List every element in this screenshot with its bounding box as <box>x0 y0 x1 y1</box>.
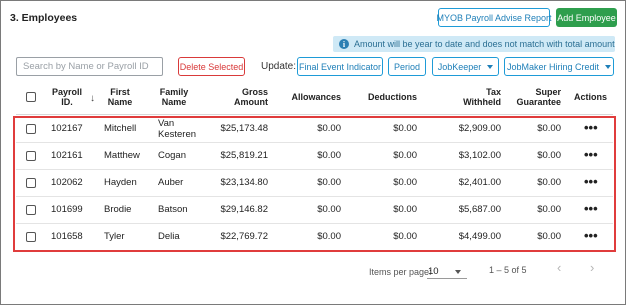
items-per-page-label: Items per page: <box>369 267 432 277</box>
jobmaker-hiring-credit-dropdown[interactable]: JobMaker Hiring Credit <box>504 57 614 76</box>
chevron-down-icon <box>455 270 461 274</box>
row-gross-amount: $25,819.21 <box>220 150 268 161</box>
header-first-name[interactable]: First Name <box>104 87 136 107</box>
row-actions-more-icon[interactable]: ••• <box>584 147 598 162</box>
row-super-guarantee: $0.00 <box>537 150 561 161</box>
delete-selected-button[interactable]: Delete Selected <box>178 57 245 76</box>
row-checkbox[interactable] <box>26 151 36 161</box>
row-allowances: $0.00 <box>317 123 341 134</box>
update-label: Update: <box>261 61 297 72</box>
header-tax-withheld[interactable]: Tax Withheld <box>461 87 501 107</box>
row-deductions: $0.00 <box>393 177 417 188</box>
row-checkbox[interactable] <box>26 232 36 242</box>
add-employee-button[interactable]: Add Employee <box>556 8 617 27</box>
row-divider <box>16 196 613 197</box>
jobkeeper-label: JobKeeper <box>437 61 482 72</box>
row-gross-amount: $23,134.80 <box>220 177 268 188</box>
header-payroll-id[interactable]: Payroll ID. <box>49 87 85 107</box>
info-banner: i Amount will be year to date and does n… <box>333 36 615 52</box>
items-per-page-value: 10 <box>428 266 439 277</box>
row-family-name: Batson <box>158 204 188 215</box>
row-deductions: $0.00 <box>393 123 417 134</box>
row-allowances: $0.00 <box>317 204 341 215</box>
final-event-indicator-button[interactable]: Final Event Indicator <box>297 57 383 76</box>
period-button[interactable]: Period <box>388 57 426 76</box>
header-deductions[interactable]: Deductions <box>367 92 417 102</box>
row-allowances: $0.00 <box>317 177 341 188</box>
pagination-range: 1 – 5 of 5 <box>489 265 527 275</box>
row-divider <box>16 223 613 224</box>
row-family-name: Auber <box>158 177 184 188</box>
header-divider <box>16 114 613 115</box>
previous-page-icon[interactable]: ‹ <box>557 260 561 275</box>
row-actions-more-icon[interactable]: ••• <box>584 201 598 216</box>
row-family-name: Cogan <box>158 150 186 161</box>
row-allowances: $0.00 <box>317 231 341 242</box>
row-payroll-id: 101658 <box>51 231 83 242</box>
header-actions: Actions <box>573 92 607 102</box>
row-tax-withheld: $2,401.00 <box>458 177 501 188</box>
jobkeeper-dropdown[interactable]: JobKeeper <box>432 57 499 76</box>
select-all-checkbox[interactable] <box>26 92 36 102</box>
row-actions-more-icon[interactable]: ••• <box>584 228 598 243</box>
header-family-name[interactable]: Family Name <box>156 87 192 107</box>
items-per-page-select[interactable]: 10 <box>427 263 467 279</box>
row-first-name: Hayden <box>104 177 137 188</box>
row-super-guarantee: $0.00 <box>537 231 561 242</box>
row-first-name: Mitchell <box>104 123 137 134</box>
row-checkbox[interactable] <box>26 178 36 188</box>
row-gross-amount: $22,769.72 <box>220 231 268 242</box>
info-icon: i <box>339 39 349 49</box>
row-payroll-id: 102062 <box>51 177 83 188</box>
row-first-name: Tyler <box>104 231 125 242</box>
row-actions-more-icon[interactable]: ••• <box>584 174 598 189</box>
row-first-name: Brodie <box>104 204 132 215</box>
row-super-guarantee: $0.00 <box>537 204 561 215</box>
row-payroll-id: 102167 <box>51 123 83 134</box>
row-super-guarantee: $0.00 <box>537 123 561 134</box>
jobmaker-label: JobMaker Hiring Credit <box>506 61 600 72</box>
search-input[interactable] <box>16 57 163 76</box>
chevron-down-icon <box>605 64 612 69</box>
next-page-icon[interactable]: › <box>590 260 594 275</box>
header-super-guarantee[interactable]: Super Guarantee <box>515 87 561 107</box>
row-payroll-id: 101699 <box>51 204 83 215</box>
row-deductions: $0.00 <box>393 231 417 242</box>
row-deductions: $0.00 <box>393 204 417 215</box>
row-checkbox[interactable] <box>26 124 36 134</box>
row-tax-withheld: $5,687.00 <box>458 204 501 215</box>
row-deductions: $0.00 <box>393 150 417 161</box>
row-checkbox[interactable] <box>26 205 36 215</box>
row-gross-amount: $25,173.48 <box>220 123 268 134</box>
row-family-name: Delia <box>158 231 180 242</box>
row-first-name: Matthew <box>104 150 140 161</box>
row-family-name: Van Kesteren <box>158 118 197 140</box>
header-gross-amount[interactable]: Gross Amount <box>228 87 268 107</box>
row-divider <box>16 142 613 143</box>
row-tax-withheld: $4,499.00 <box>458 231 501 242</box>
row-allowances: $0.00 <box>317 150 341 161</box>
row-tax-withheld: $3,102.00 <box>458 150 501 161</box>
row-tax-withheld: $2,909.00 <box>458 123 501 134</box>
row-payroll-id: 102161 <box>51 150 83 161</box>
row-gross-amount: $29,146.82 <box>220 204 268 215</box>
row-divider <box>16 169 613 170</box>
sort-arrow-down-icon[interactable]: ↓ <box>90 93 95 104</box>
row-super-guarantee: $0.00 <box>537 177 561 188</box>
header-allowances[interactable]: Allowances <box>291 92 341 102</box>
employees-panel: 3. Employees MYOB Payroll Advise Report … <box>0 0 626 305</box>
chevron-down-icon <box>487 64 494 69</box>
section-title: 3. Employees <box>10 12 78 24</box>
myob-payroll-advise-report-button[interactable]: MYOB Payroll Advise Report <box>436 8 552 27</box>
row-actions-more-icon[interactable]: ••• <box>584 120 598 135</box>
info-message: Amount will be year to date and does not… <box>354 39 615 49</box>
